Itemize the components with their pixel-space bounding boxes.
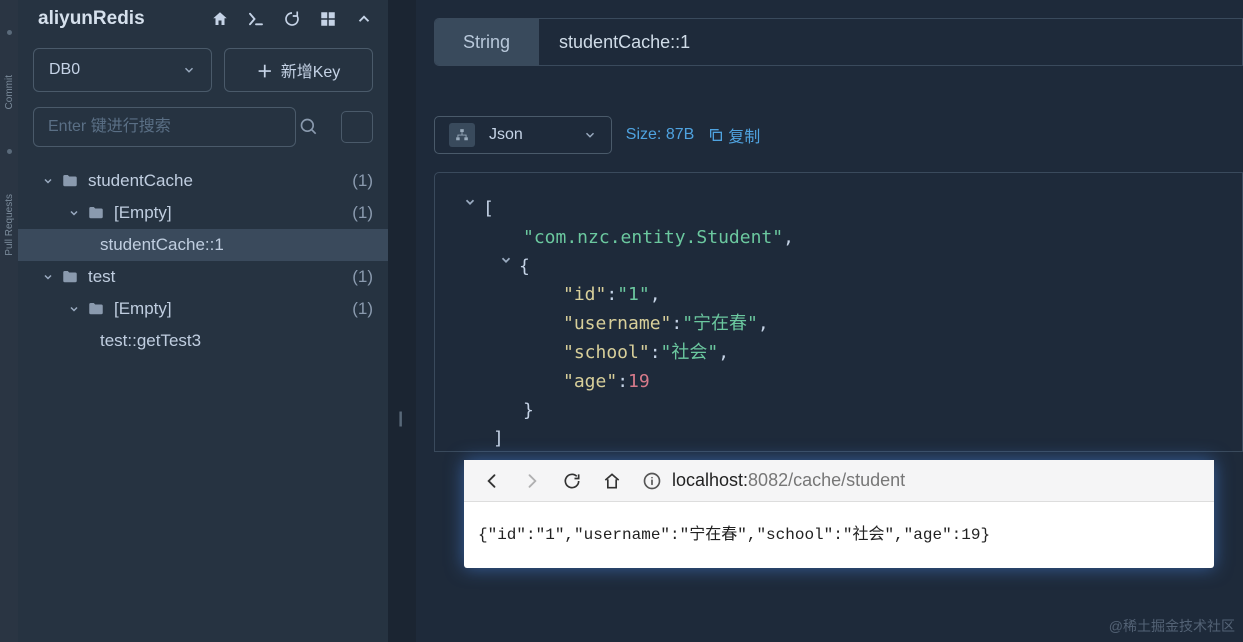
home-icon[interactable] [602, 471, 622, 491]
chevron-down-icon [66, 207, 82, 219]
browser-toolbar: localhost:8082/cache/student [464, 460, 1214, 502]
db-selector[interactable]: DB0 [33, 48, 212, 92]
size-text: Size: 87B [626, 126, 694, 144]
db-selector-label: DB0 [49, 61, 80, 79]
hierarchy-icon [449, 123, 475, 147]
json-viewer[interactable]: ["com.nzc.entity.Student",{"id": "1","us… [434, 172, 1243, 452]
chevron-down-icon [182, 63, 196, 77]
url-path: 8082/cache/student [748, 470, 905, 490]
copy-label: 复制 [728, 123, 760, 147]
tree-folder[interactable]: [Empty] (1) [18, 197, 388, 229]
filter-button[interactable] [341, 111, 373, 143]
home-icon[interactable] [211, 10, 229, 28]
ide-left-gutter: Commit Pull Requests [0, 0, 18, 642]
browser-body: {"id":"1","username":"宁在春","school":"社会"… [464, 502, 1214, 568]
gutter-dot [7, 30, 12, 35]
chevron-down-icon [40, 175, 56, 187]
chevron-up-icon[interactable] [355, 10, 373, 28]
tree-label: studentCache [88, 171, 193, 191]
folder-icon [86, 300, 106, 318]
json-class: "com.nzc.entity.Student" [523, 224, 783, 253]
browser-window: localhost:8082/cache/student {"id":"1","… [464, 460, 1214, 568]
tree-count: (1) [352, 299, 373, 319]
folder-icon [60, 172, 80, 190]
watermark: @稀土掘金技术社区 [1109, 616, 1235, 636]
search-icon[interactable] [299, 117, 319, 137]
tree-count: (1) [352, 171, 373, 191]
json-field: "school": "社会", [457, 339, 1220, 368]
tree-label: [Empty] [114, 299, 172, 319]
gutter-label[interactable]: Commit [4, 75, 15, 109]
gutter-label[interactable]: Pull Requests [4, 194, 15, 256]
json-field: "username": "宁在春", [457, 310, 1220, 339]
copy-icon [708, 127, 724, 143]
chevron-down-icon [40, 271, 56, 283]
folder-icon [86, 204, 106, 222]
search-row [18, 102, 388, 159]
format-toolbar: Json Size: 87B 复制 [434, 116, 1243, 154]
tree-label: test::getTest3 [100, 331, 201, 351]
tree-folder[interactable]: studentCache (1) [18, 165, 388, 197]
tree-count: (1) [352, 203, 373, 223]
tree-label: test [88, 267, 115, 287]
tree-folder[interactable]: [Empty] (1) [18, 293, 388, 325]
back-icon[interactable] [482, 471, 502, 491]
tree-label: [Empty] [114, 203, 172, 223]
key-tree: studentCache(1)[Empty](1)studentCache::1… [18, 159, 388, 642]
chevron-down-icon [583, 128, 597, 142]
tree-folder[interactable]: test (1) [18, 261, 388, 293]
format-label: Json [489, 126, 523, 144]
db-controls: DB0 ＋ 新增Key [18, 38, 388, 102]
forward-icon[interactable] [522, 471, 542, 491]
info-icon [642, 471, 662, 491]
json-field: "id": "1", [457, 281, 1220, 310]
grid-icon[interactable] [319, 10, 337, 28]
new-key-label: 新增Key [281, 58, 341, 82]
main-panel: String studentCache::1 Json Size: 87B 复制… [416, 0, 1243, 642]
tree-key[interactable]: test::getTest3 [18, 325, 388, 357]
header-actions [211, 10, 373, 28]
search-input[interactable] [33, 107, 296, 147]
reload-icon[interactable] [562, 471, 582, 491]
terminal-icon[interactable] [247, 10, 265, 28]
url-bar[interactable]: localhost:8082/cache/student [642, 470, 1196, 491]
drag-handle-icon: || [398, 410, 404, 438]
gutter-dot [7, 149, 12, 154]
key-name: studentCache::1 [539, 19, 1242, 65]
connection-title: aliyunRedis [38, 8, 145, 30]
type-badge: String [435, 19, 539, 65]
refresh-icon[interactable] [283, 10, 301, 28]
new-key-button[interactable]: ＋ 新增Key [224, 48, 373, 92]
url-host: localhost: [672, 470, 748, 490]
copy-button[interactable]: 复制 [708, 123, 760, 147]
json-field: "age": 19 [457, 368, 1220, 397]
chevron-down-icon [66, 303, 82, 315]
key-header: String studentCache::1 [434, 18, 1243, 66]
collapse-caret-icon[interactable] [457, 195, 483, 209]
plus-icon: ＋ [257, 58, 273, 82]
tree-key[interactable]: studentCache::1 [18, 229, 388, 261]
pane-divider[interactable]: || [388, 0, 416, 642]
tree-label: studentCache::1 [100, 235, 224, 255]
format-selector[interactable]: Json [434, 116, 612, 154]
collapse-caret-icon[interactable] [493, 253, 519, 267]
sidebar-header: aliyunRedis [18, 0, 388, 38]
folder-icon [60, 268, 80, 286]
redis-sidebar: aliyunRedis DB0 ＋ 新增Key studentCache(1)[… [18, 0, 388, 642]
tree-count: (1) [352, 267, 373, 287]
